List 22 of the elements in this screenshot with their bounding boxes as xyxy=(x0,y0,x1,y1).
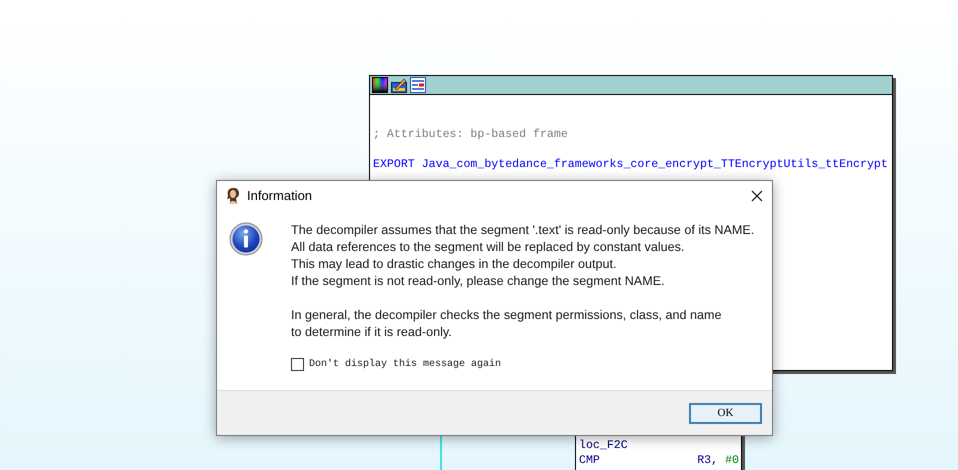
graph-view-icon[interactable] xyxy=(410,77,426,93)
checkbox[interactable] xyxy=(291,358,304,371)
message-text: In general, the decompiler checks the segment permissions, class, and name xyxy=(291,307,722,324)
message-text: This may lead to drastic changes in the decompiler output. xyxy=(291,256,617,273)
instruction-operand: #0 xyxy=(725,453,739,468)
instruction-mnemonic: CMP xyxy=(579,453,600,468)
info-icon xyxy=(229,222,263,256)
checkbox-label[interactable]: Don't display this message again xyxy=(309,359,502,370)
ok-button[interactable]: OK xyxy=(689,402,762,424)
message-text: If the segment is not read-only, please change the segment NAME. xyxy=(291,273,665,290)
dialog-title: Information xyxy=(247,188,312,203)
code-label: loc_F2C xyxy=(579,438,628,453)
message-text: All data references to the segment will be replaced by constant values. xyxy=(291,239,684,256)
pencil-icon[interactable] xyxy=(391,77,407,93)
close-icon[interactable] xyxy=(751,190,763,202)
code-line: EXPORT Java_com_bytedance_frameworks_core_encrypt_TTEncryptUtils_ttEncrypt xyxy=(373,157,888,172)
code-comment: ; Attributes: bp-based frame xyxy=(373,127,568,142)
color-palette-icon[interactable] xyxy=(372,77,388,93)
app-icon xyxy=(225,186,241,204)
message-text: The decompiler assumes that the segment '.text' is read-only because of its NAME. xyxy=(291,222,754,239)
instruction-operand: R3, xyxy=(697,453,718,468)
message-text: to determine if it is read-only. xyxy=(291,324,452,341)
